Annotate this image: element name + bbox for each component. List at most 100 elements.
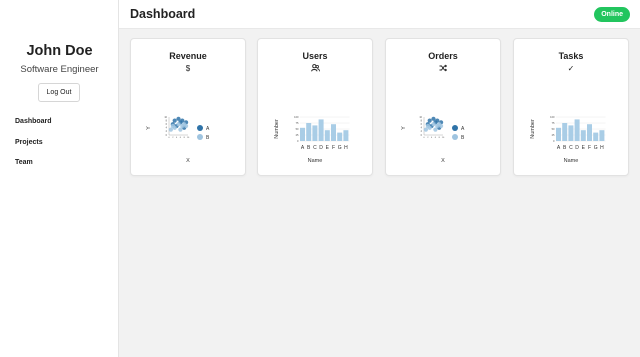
scatter-point [427, 118, 432, 123]
user-role: Software Engineer [20, 64, 99, 75]
bar [587, 124, 592, 141]
x-tick-label: E [326, 145, 330, 151]
x-tick-label: H [344, 145, 348, 151]
logout-button[interactable]: Log Out [38, 83, 80, 102]
y-tick-label: 50 [552, 127, 555, 131]
scatter-point [178, 127, 183, 132]
scatter-point [423, 127, 428, 132]
scatter-point [184, 123, 189, 129]
card-revenue[interactable]: Revenue $ 0 2 4 6 8 10 0 2 4 6 8 10 Y A B X [130, 38, 246, 176]
x-tick-label: B [563, 145, 567, 151]
y-tick-label: 0 [297, 139, 299, 143]
x-tick-label: H [600, 145, 604, 151]
nav-item-team[interactable]: Team [15, 159, 33, 166]
bar [312, 125, 318, 141]
x-tick-label: 4 [176, 137, 178, 139]
chart-y-label: Number [530, 119, 536, 139]
y-tick-label: 75 [296, 121, 299, 125]
chart-x-label: X [441, 158, 445, 164]
x-tick-label: F [588, 145, 591, 151]
users-chart: 0 25 50 75 100 Number A B C D E F G H [274, 115, 350, 151]
bar [556, 127, 561, 141]
nav-item-projects[interactable]: Projects [15, 139, 43, 146]
bar [324, 130, 330, 141]
page-title: Dashboard [130, 7, 196, 21]
scatter-point [431, 116, 436, 121]
y-tick-label: 4 [421, 127, 423, 130]
x-tick-label: F [332, 145, 335, 151]
bar [300, 127, 305, 141]
y-tick-label: 75 [552, 121, 555, 125]
y-tick-label: 25 [552, 133, 555, 137]
x-tick-label: 8 [439, 137, 441, 139]
bar [568, 125, 574, 141]
x-tick-label: A [301, 145, 305, 151]
nav-item-dashboard[interactable]: Dashboard [15, 118, 52, 125]
y-tick-label: 0 [553, 139, 555, 143]
card-users[interactable]: Users 0 25 50 75 100 Number A B C D E F G H Name [257, 38, 373, 176]
scatter-point [176, 116, 181, 121]
chart-y-label: Y [146, 126, 152, 130]
y-tick-label: 2 [421, 130, 423, 133]
scatter-point [435, 118, 440, 123]
x-tick-label: 0 [423, 137, 425, 139]
card-tasks[interactable]: Tasks ✓ 0 25 50 75 100 Number A B C D E F G H Name [513, 38, 629, 176]
bar [574, 119, 580, 141]
tasks-chart: 0 25 50 75 100 Number A B C D E F G H [530, 115, 606, 151]
x-tick-label: E [582, 145, 586, 151]
x-tick-label: 2 [427, 137, 429, 139]
y-tick-label: 4 [166, 127, 168, 130]
header: Dashboard Online [119, 0, 640, 29]
sidebar: John Doe Software Engineer Log Out Dashb… [0, 0, 119, 357]
legend-marker [197, 125, 203, 131]
x-tick-label: 0 [168, 137, 170, 139]
scatter-point [168, 127, 173, 132]
y-tick-label: 100 [550, 115, 555, 119]
x-tick-label: A [557, 145, 561, 151]
bar [343, 130, 349, 141]
y-tick-label: 10 [419, 116, 422, 119]
bar [599, 130, 605, 141]
x-tick-label: B [307, 145, 311, 151]
x-tick-label: G [594, 145, 598, 151]
y-tick-label: 0 [421, 134, 423, 137]
y-tick-label: 0 [166, 134, 168, 137]
status-badge: Online [594, 7, 630, 22]
chart-x-label: Name [563, 158, 579, 164]
y-tick-label: 8 [166, 119, 168, 122]
x-tick-label: G [338, 145, 342, 151]
x-tick-label: D [575, 145, 579, 151]
scatter-point [427, 125, 432, 130]
x-tick-label: D [319, 145, 323, 151]
chart-x-label: Name [307, 158, 323, 164]
bar [562, 123, 568, 141]
x-tick-label: C [569, 145, 573, 151]
legend-label: B [206, 135, 210, 141]
scatter-point [439, 123, 444, 129]
x-tick-label: C [313, 145, 317, 151]
y-tick-label: 8 [421, 119, 423, 122]
card-orders[interactable]: Orders 0 2 4 6 8 10 0 2 4 6 8 10 Y A B X [385, 38, 501, 176]
y-tick-label: 2 [166, 130, 168, 133]
bar [306, 123, 312, 141]
bar [318, 119, 324, 141]
x-tick-label: 10 [187, 137, 190, 139]
x-tick-label: 6 [435, 137, 437, 139]
legend-label: B [461, 135, 465, 141]
y-tick-label: 50 [296, 127, 299, 131]
orders-chart: 02468100 2 4 6 8 10Y AB [401, 116, 465, 141]
y-tick-label: 6 [421, 123, 423, 126]
scatter-point [176, 122, 181, 127]
bar [580, 130, 586, 141]
y-tick-label: 100 [294, 115, 299, 119]
y-tick-label: 6 [166, 123, 168, 126]
legend-marker [197, 134, 203, 140]
legend-marker [452, 125, 458, 131]
chart-y-label: Number [274, 119, 280, 139]
user-name: John Doe [26, 43, 93, 59]
x-tick-label: 8 [184, 137, 186, 139]
chart-y-label: Y [401, 126, 407, 130]
y-tick-label: 25 [296, 133, 299, 137]
scatter-point [172, 125, 177, 130]
legend-label: A [206, 126, 210, 132]
